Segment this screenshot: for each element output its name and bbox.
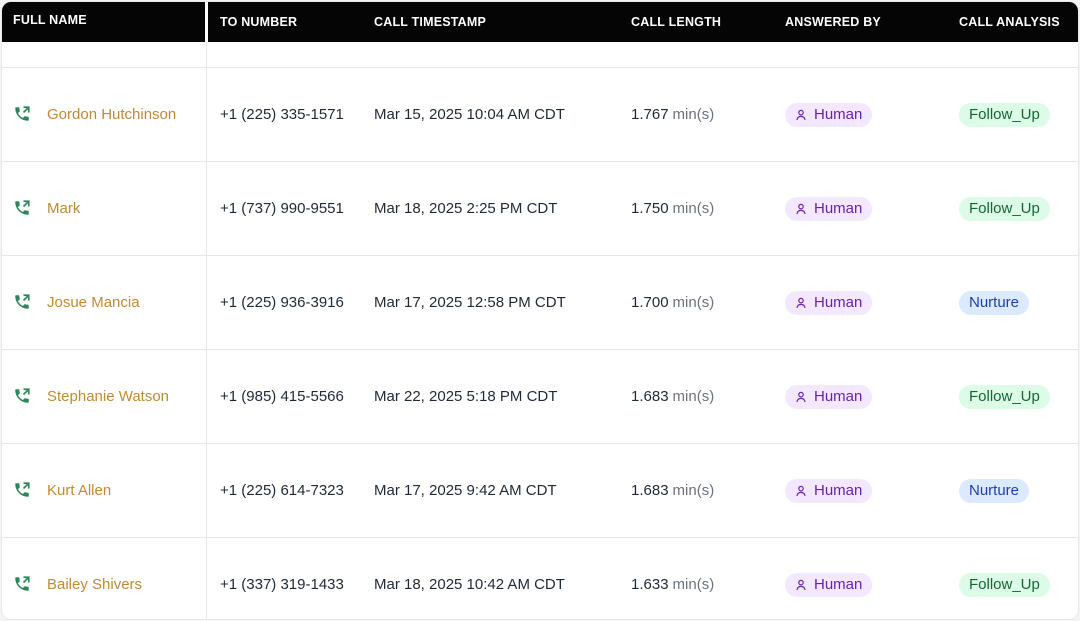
column-header-to-number[interactable]: TO NUMBER (220, 2, 297, 42)
to-number: +1 (225) 614-7323 (220, 482, 344, 499)
contact-name-link[interactable]: Kurt Allen (47, 444, 111, 537)
column-header-call-analysis[interactable]: CALL ANALYSIS (959, 2, 1060, 42)
call-analysis-badge: Follow_Up (959, 384, 1050, 409)
to-number: +1 (225) 936-3916 (220, 294, 344, 311)
call-timestamp: Mar 18, 2025 10:42 AM CDT (374, 576, 565, 593)
answered-by-label: Human (814, 293, 863, 311)
answered-by-label: Human (814, 387, 863, 405)
call-length-value: 1.700 (631, 294, 669, 311)
table-row[interactable]: Josue Mancia +1 (225) 936-3916 Mar 17, 2… (2, 255, 1078, 349)
call-length: 1.683 min(s) (631, 444, 714, 537)
header-divider (205, 2, 208, 42)
column-header-full-name[interactable]: FULL NAME (13, 2, 87, 38)
table-row[interactable]: Gordon Hutchinson +1 (225) 335-1571 Mar … (2, 67, 1078, 161)
call-length-value: 1.633 (631, 576, 669, 593)
call-length-unit: min(s) (672, 294, 715, 311)
call-length-value: 1.750 (631, 200, 669, 217)
answered-by-label: Human (814, 199, 863, 217)
answered-by-badge: Human (785, 478, 873, 503)
phone-outgoing-icon (15, 576, 30, 591)
call-length-unit: min(s) (672, 200, 715, 217)
call-analysis-badge: Nurture (959, 478, 1030, 503)
contact-name-link[interactable]: Bailey Shivers (47, 538, 142, 619)
call-length-value: 1.683 (631, 482, 669, 499)
call-timestamp: Mar 18, 2025 2:25 PM CDT (374, 200, 558, 217)
person-icon (796, 579, 806, 590)
call-length: 1.683 min(s) (631, 350, 714, 443)
call-length: 1.700 min(s) (631, 256, 714, 349)
to-number: +1 (985) 415-5566 (220, 388, 344, 405)
call-length-unit: min(s) (672, 388, 715, 405)
answered-by-badge: Human (785, 196, 873, 221)
column-header-call-timestamp[interactable]: CALL TIMESTAMP (374, 2, 486, 42)
phone-outgoing-icon (15, 294, 30, 309)
call-analysis-badge: Follow_Up (959, 102, 1050, 127)
call-analysis: Nurture (959, 256, 1030, 349)
call-analysis: Follow_Up (959, 68, 1050, 161)
person-icon (796, 109, 806, 120)
contact-name-link[interactable]: Stephanie Watson (47, 350, 169, 443)
call-length: 1.750 min(s) (631, 162, 714, 255)
answered-by: Human (785, 162, 873, 255)
column-header-answered-by[interactable]: ANSWERED BY (785, 2, 881, 42)
call-length-unit: min(s) (672, 106, 715, 123)
call-analysis-badge: Follow_Up (959, 196, 1050, 221)
phone-outgoing-icon (15, 106, 30, 121)
call-timestamp: Mar 17, 2025 9:42 AM CDT (374, 482, 557, 499)
call-analysis: Follow_Up (959, 162, 1050, 255)
phone-outgoing-icon (15, 482, 30, 497)
column-header-call-length[interactable]: CALL LENGTH (631, 2, 721, 42)
person-icon (796, 203, 806, 214)
answered-by-label: Human (814, 105, 863, 123)
call-length: 1.633 min(s) (631, 538, 715, 619)
answered-by: Human (785, 256, 873, 349)
call-length-unit: min(s) (672, 482, 715, 499)
answered-by-label: Human (814, 575, 863, 593)
answered-by-badge: Human (785, 384, 873, 409)
call-length-value: 1.683 (631, 388, 669, 405)
call-length-value: 1.767 (631, 106, 669, 123)
answered-by-badge: Human (785, 290, 873, 315)
table-row[interactable]: Kurt Allen +1 (225) 614-7323 Mar 17, 202… (2, 443, 1078, 537)
contact-name-link[interactable]: Mark (47, 162, 80, 255)
call-analysis: Follow_Up (959, 350, 1050, 443)
table-row[interactable]: Mark +1 (737) 990-9551 Mar 18, 2025 2:25… (2, 161, 1078, 255)
phone-outgoing-icon (15, 388, 30, 403)
call-analysis-badge: Follow_Up (959, 572, 1050, 597)
answered-by: Human (785, 68, 873, 161)
to-number: +1 (225) 335-1571 (220, 106, 344, 123)
call-length-unit: min(s) (672, 576, 715, 593)
table-body: Gordon Hutchinson +1 (225) 335-1571 Mar … (2, 42, 1078, 619)
to-number: +1 (337) 319-1433 (220, 576, 344, 593)
to-number: +1 (737) 990-9551 (220, 200, 344, 217)
table-row[interactable]: Bailey Shivers +1 (337) 319-1433 Mar 18,… (2, 537, 1078, 619)
answered-by-badge: Human (785, 572, 873, 597)
answered-by: Human (785, 444, 873, 537)
person-icon (796, 485, 806, 496)
call-length: 1.767 min(s) (631, 68, 714, 161)
contact-name-link[interactable]: Josue Mancia (47, 256, 140, 349)
call-analysis: Nurture (959, 444, 1030, 537)
call-timestamp: Mar 22, 2025 5:18 PM CDT (374, 388, 558, 405)
answered-by-badge: Human (785, 102, 873, 127)
call-analysis: Follow_Up (959, 538, 1050, 619)
call-analysis-badge: Nurture (959, 290, 1030, 315)
call-log-table: FULL NAME TO NUMBER CALL TIMESTAMP CALL … (1, 1, 1079, 620)
contact-name-link[interactable]: Gordon Hutchinson (47, 68, 176, 161)
person-icon (796, 297, 806, 308)
answered-by: Human (785, 538, 873, 619)
call-timestamp: Mar 15, 2025 10:04 AM CDT (374, 106, 565, 123)
phone-outgoing-icon (15, 200, 30, 215)
answered-by: Human (785, 350, 873, 443)
person-icon (796, 391, 806, 402)
table-header: FULL NAME TO NUMBER CALL TIMESTAMP CALL … (2, 2, 1078, 42)
call-timestamp: Mar 17, 2025 12:58 PM CDT (374, 294, 566, 311)
table-row[interactable]: Stephanie Watson +1 (985) 415-5566 Mar 2… (2, 349, 1078, 443)
answered-by-label: Human (814, 481, 863, 499)
